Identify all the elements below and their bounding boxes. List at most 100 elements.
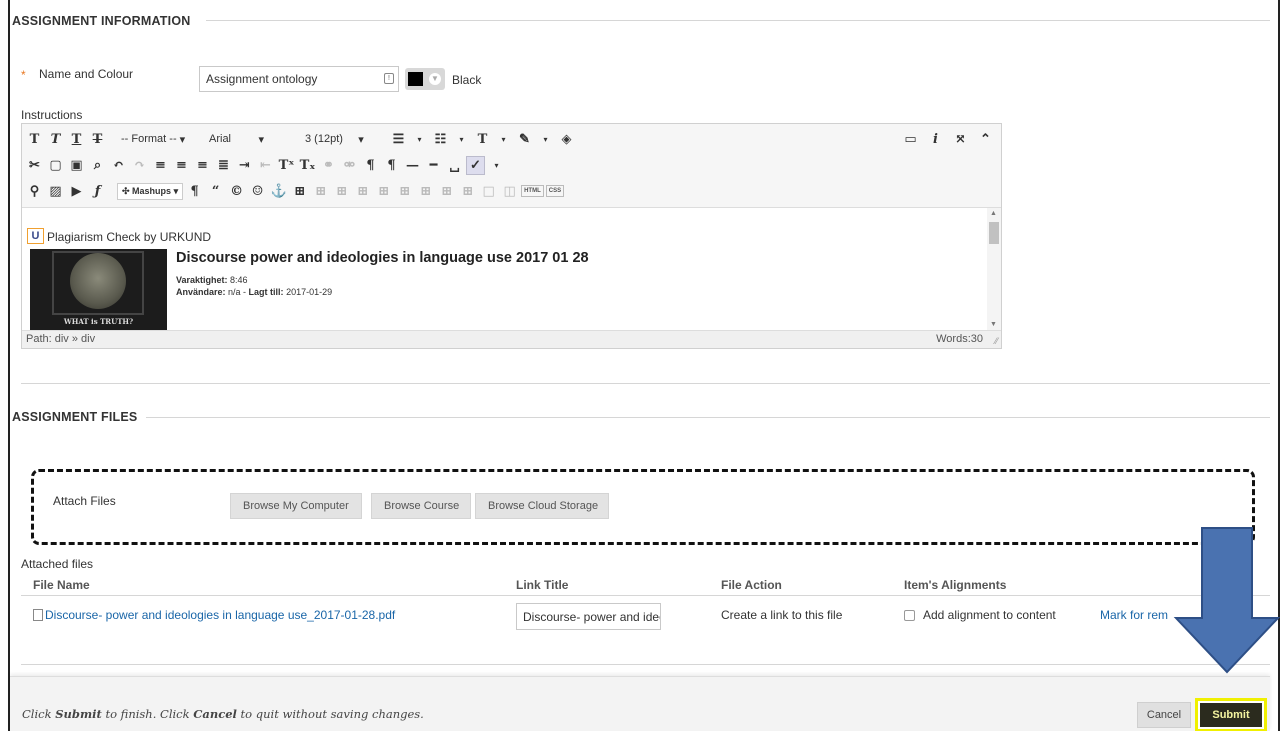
size-select[interactable]: 3 (12pt) ▾ bbox=[301, 130, 387, 149]
preview-icon[interactable]: ▭ bbox=[901, 130, 920, 149]
highlight-icon[interactable]: ✎ bbox=[515, 130, 534, 149]
align-center-icon[interactable]: ≡ bbox=[172, 156, 191, 175]
fullscreen-icon[interactable]: ⤧ bbox=[951, 130, 970, 149]
emoticon-icon[interactable]: ☺ bbox=[248, 182, 267, 201]
editor-content[interactable]: U Plagiarism Check by URKUND WHAT is TRU… bbox=[22, 208, 1001, 330]
subscript-icon[interactable]: Tₓ bbox=[298, 156, 317, 175]
word-count: Words:30 bbox=[936, 333, 983, 345]
collapse-icon[interactable]: ⌃ bbox=[976, 130, 995, 149]
table-col-icon[interactable]: ⊞ bbox=[332, 182, 351, 201]
italic-icon[interactable]: T bbox=[46, 130, 65, 149]
urkund-icon[interactable]: U bbox=[27, 228, 44, 244]
link-icon[interactable]: ⚭ bbox=[319, 156, 338, 175]
link-title-input[interactable]: Discourse- power and ideologies in langu… bbox=[516, 603, 661, 630]
chevron-down-icon[interactable]: ▾ bbox=[536, 130, 555, 149]
attachment-icon[interactable]: ⚲ bbox=[25, 182, 44, 201]
anchor-icon[interactable]: ⚓ bbox=[269, 182, 288, 201]
paragraph-icon[interactable]: ¶ bbox=[185, 182, 204, 201]
underline-icon[interactable]: T bbox=[67, 130, 86, 149]
table-split-icon[interactable]: ⊞ bbox=[437, 182, 456, 201]
mashups-menu[interactable]: ✣ Mashups ▾ bbox=[117, 182, 184, 200]
table-delete-icon[interactable]: ⊞ bbox=[395, 182, 414, 201]
formula-icon[interactable]: ƒ bbox=[88, 182, 107, 201]
nonbreaking-space-icon[interactable]: ␣ bbox=[445, 156, 464, 175]
video-thumbnail[interactable]: WHAT is TRUTH? bbox=[30, 249, 167, 330]
scroll-up-icon[interactable]: ▲ bbox=[990, 210, 997, 217]
indent-icon[interactable]: ⇥ bbox=[235, 156, 254, 175]
toolbar-row-2: ✂ ▢ ▣ ⌕ ↶ ↷ ≡ ≡ ≡ ≣ ⇥ ⇤ Tˣ Tₓ ⚭ ⚮ ¶ ¶ — … bbox=[25, 154, 506, 176]
image-icon[interactable]: ▨ bbox=[46, 182, 65, 201]
chevron-down-icon[interactable]: ▾ bbox=[494, 130, 513, 149]
editor-scrollbar[interactable]: ▲ ▼ bbox=[987, 208, 1001, 330]
colour-picker[interactable]: ▼ bbox=[405, 68, 445, 90]
toolbar-row-1: T T T T -- Format -- ▾ Arial ▾ 3 (12pt) … bbox=[25, 128, 576, 150]
input-info-icon[interactable]: ! bbox=[384, 73, 394, 84]
cancel-button[interactable]: Cancel bbox=[1137, 702, 1191, 728]
scroll-down-icon[interactable]: ▼ bbox=[990, 321, 997, 328]
mark-for-removal-link[interactable]: Mark for rem bbox=[1100, 608, 1168, 622]
table-icon[interactable]: ⊞ bbox=[290, 182, 309, 201]
table-cell-icon[interactable]: ⊞ bbox=[353, 182, 372, 201]
copyright-icon[interactable]: © bbox=[227, 182, 246, 201]
submit-button[interactable]: Submit bbox=[1200, 703, 1262, 727]
table-row-icon[interactable]: ⊞ bbox=[311, 182, 330, 201]
paste-icon[interactable]: ▣ bbox=[67, 156, 86, 175]
file-action-select[interactable]: Create a link to this file bbox=[721, 608, 842, 622]
bullet-list-icon[interactable]: ☰ bbox=[389, 130, 408, 149]
cut-icon[interactable]: ✂ bbox=[25, 156, 44, 175]
find-icon[interactable]: ⌕ bbox=[88, 156, 107, 175]
css-icon[interactable]: CSS bbox=[545, 185, 565, 197]
horizontal-rule-icon[interactable]: — bbox=[403, 156, 422, 175]
outdent-icon[interactable]: ⇤ bbox=[256, 156, 275, 175]
redo-icon[interactable]: ↷ bbox=[130, 156, 149, 175]
video-meta: Användare: n/a - Lagt till: 2017-01-29 bbox=[176, 287, 333, 297]
browse-cloud-storage-button[interactable]: Browse Cloud Storage bbox=[475, 493, 609, 519]
rtl-icon[interactable]: ¶ bbox=[382, 156, 401, 175]
box-icon[interactable]: □ bbox=[479, 182, 498, 201]
undo-icon[interactable]: ↶ bbox=[109, 156, 128, 175]
copy-icon[interactable]: ▢ bbox=[46, 156, 65, 175]
chevron-down-icon[interactable]: ▾ bbox=[487, 156, 506, 175]
resize-grip-icon[interactable]: ⁄⁄ bbox=[995, 336, 998, 346]
thumbnail-caption: WHAT is TRUTH? bbox=[63, 317, 134, 326]
attached-file-link[interactable]: Discourse- power and ideologies in langu… bbox=[33, 608, 395, 622]
superscript-icon[interactable]: Tˣ bbox=[277, 156, 296, 175]
assignment-name-input[interactable] bbox=[199, 66, 399, 92]
thick-rule-icon[interactable]: ━ bbox=[424, 156, 443, 175]
chevron-down-icon: ▼ bbox=[429, 73, 441, 85]
column-file-action: File Action bbox=[721, 578, 782, 592]
font-select[interactable]: Arial ▾ bbox=[205, 130, 299, 149]
numbered-list-icon[interactable]: ☷ bbox=[431, 130, 450, 149]
alignment-label: Add alignment to content bbox=[923, 608, 1056, 622]
eraser-icon[interactable]: ◈ bbox=[557, 130, 576, 149]
browse-my-computer-button[interactable]: Browse My Computer bbox=[230, 493, 362, 519]
align-left-icon[interactable]: ≡ bbox=[151, 156, 170, 175]
toolbar-right-group: ▭ i ⤧ ⌃ bbox=[901, 130, 995, 149]
align-justify-icon[interactable]: ≣ bbox=[214, 156, 233, 175]
ltr-icon[interactable]: ¶ bbox=[361, 156, 380, 175]
attach-files-label: Attach Files bbox=[53, 494, 116, 508]
scroll-thumb[interactable] bbox=[989, 222, 999, 244]
instructions-label: Instructions bbox=[21, 108, 83, 122]
html-icon[interactable]: HTML bbox=[521, 185, 544, 197]
columns-icon[interactable]: ◫ bbox=[500, 182, 519, 201]
blockquote-icon[interactable]: “ bbox=[206, 182, 225, 201]
info-icon[interactable]: i bbox=[926, 130, 945, 149]
table-insert-icon[interactable]: ⊞ bbox=[374, 182, 393, 201]
spellcheck-icon[interactable]: ✓ bbox=[466, 155, 485, 175]
table-merge-icon[interactable]: ⊞ bbox=[416, 182, 435, 201]
alignment-checkbox[interactable] bbox=[904, 610, 915, 621]
browse-course-button[interactable]: Browse Course bbox=[371, 493, 471, 519]
bold-icon[interactable]: T bbox=[25, 130, 44, 149]
unlink-icon[interactable]: ⚮ bbox=[340, 156, 359, 175]
table-props-icon[interactable]: ⊞ bbox=[458, 182, 477, 201]
text-color-icon[interactable]: T bbox=[473, 130, 492, 149]
table-header-divider bbox=[21, 595, 1270, 596]
strikethrough-icon[interactable]: T bbox=[88, 130, 107, 149]
chevron-down-icon[interactable]: ▾ bbox=[410, 130, 429, 149]
colour-name: Black bbox=[452, 73, 482, 87]
align-right-icon[interactable]: ≡ bbox=[193, 156, 212, 175]
format-select[interactable]: -- Format -- ▾ bbox=[117, 130, 203, 149]
media-icon[interactable]: ▶ bbox=[67, 182, 86, 201]
chevron-down-icon[interactable]: ▾ bbox=[452, 130, 471, 149]
